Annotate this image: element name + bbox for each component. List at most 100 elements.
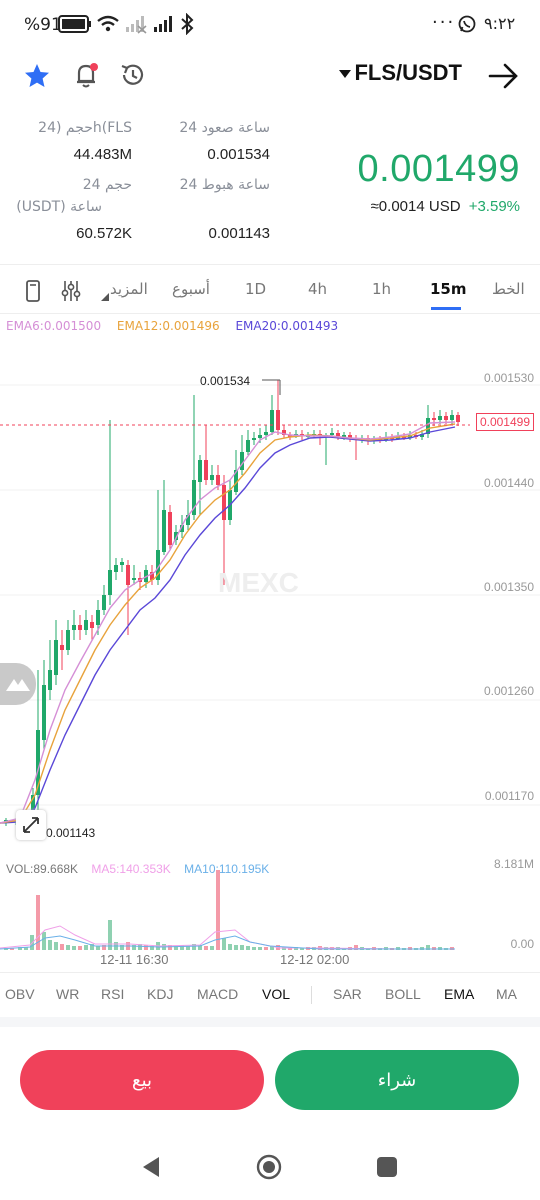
tab-more[interactable]: المزيد	[110, 280, 148, 298]
volume-bar	[144, 945, 148, 950]
indicator-settings-icon[interactable]	[60, 279, 82, 303]
candlestick-chart[interactable]: 0.001534 MEXC 0.001143	[0, 340, 540, 860]
more-notifications-icon: ···	[432, 12, 456, 33]
favorite-star-icon[interactable]	[23, 62, 51, 90]
indicator-rsi[interactable]: RSI	[101, 986, 124, 1002]
candle-body	[222, 485, 226, 520]
bluetooth-icon	[181, 13, 194, 35]
indicator-kdj[interactable]: KDJ	[147, 986, 173, 1002]
candle-body	[96, 610, 100, 625]
candle-body	[132, 578, 136, 580]
candle-body	[258, 435, 262, 438]
indicator-wr[interactable]: WR	[56, 986, 79, 1002]
volume-bar	[240, 945, 244, 950]
tab-1h[interactable]: 1h	[372, 280, 391, 298]
candle-body	[336, 433, 340, 436]
pair-dropdown-icon[interactable]	[338, 68, 352, 80]
mexc-logo-icon	[6, 679, 30, 691]
nav-home-icon[interactable]	[256, 1154, 282, 1180]
candle-body	[72, 625, 76, 630]
candle-body	[60, 645, 64, 650]
current-price-tag: 0.001499	[475, 413, 534, 431]
tab-line[interactable]: الخط	[492, 280, 525, 298]
candle-body	[126, 565, 130, 585]
indicator-ema[interactable]: EMA	[444, 986, 474, 1002]
tab-week[interactable]: أسبوع	[172, 280, 210, 298]
candle-body	[210, 475, 214, 480]
volume-bar	[78, 946, 82, 950]
volume-bar	[204, 946, 208, 950]
volume-bar	[216, 870, 220, 950]
candle-body	[102, 595, 106, 610]
indicator-obv[interactable]: OBV	[5, 986, 35, 1002]
tab-15m[interactable]: 15m	[430, 280, 467, 298]
min-price-label: 0.001143	[46, 826, 95, 840]
x-axis-label-0: 12-11 16:30	[100, 952, 169, 967]
history-icon[interactable]	[118, 61, 148, 91]
tab-1d[interactable]: 1D	[245, 280, 266, 298]
candle-body	[456, 415, 460, 422]
volume-chart[interactable]	[0, 870, 540, 954]
vol-fls-label: حجم (24h(FLS	[38, 120, 132, 136]
indicator-vol[interactable]: VOL	[262, 986, 290, 1002]
tab-4h[interactable]: 4h	[308, 280, 327, 298]
nav-back-icon[interactable]	[140, 1155, 162, 1179]
volume-bar	[42, 932, 46, 950]
indicator-boll[interactable]: BOLL	[385, 986, 421, 1002]
back-arrow-icon[interactable]	[487, 61, 519, 91]
max-price-label: 0.001534	[200, 374, 250, 388]
price-alert-bell-icon[interactable]	[72, 60, 102, 90]
volume-bar	[96, 946, 100, 950]
high-24h-value: 0.001534	[207, 146, 270, 163]
side-drawer-handle[interactable]	[0, 663, 36, 705]
indicator-separator	[311, 986, 312, 1004]
battery-icon	[58, 15, 91, 33]
price-change: +3.59%	[468, 198, 520, 215]
y-axis-label-3: 0.001260	[483, 684, 534, 698]
buy-button[interactable]: شراء	[275, 1050, 519, 1110]
y-axis-label-1: 0.001440	[483, 476, 534, 490]
candle-body	[90, 622, 94, 628]
signal-off-icon	[126, 16, 147, 34]
mexc-watermark: MEXC	[218, 567, 299, 598]
volume-bar	[84, 945, 88, 950]
candle-body	[198, 460, 202, 482]
indicator-ma[interactable]: MA	[496, 986, 517, 1002]
candle-body	[216, 475, 220, 485]
divider	[0, 972, 540, 973]
volume-max-label: 8.181M	[493, 857, 534, 871]
last-price: 0.001499	[357, 148, 520, 190]
expand-icon	[23, 817, 39, 833]
candle-body	[204, 460, 208, 480]
mobile-layout-icon[interactable]	[24, 279, 44, 303]
high-24h-label: 24 ساعة صعود	[179, 120, 270, 136]
ema-legend: EMA6:0.001500 EMA12:0.001496 EMA20:0.001…	[6, 319, 338, 333]
volume-bar	[246, 946, 250, 950]
timeframe-tabs: المزيد أسبوع 1D 4h 1h 15m الخط	[0, 264, 540, 314]
candle-body	[264, 432, 268, 435]
active-tab-indicator	[431, 307, 461, 310]
sell-button[interactable]: بيع	[20, 1050, 264, 1110]
indicator-sar[interactable]: SAR	[333, 986, 362, 1002]
y-axis-label-4: 0.001170	[484, 789, 534, 803]
volume-bar	[258, 947, 262, 950]
volume-bar	[234, 945, 238, 950]
volume-bar	[228, 944, 232, 950]
candle-body	[252, 438, 256, 440]
candle-body	[42, 685, 46, 740]
candle-body	[84, 620, 88, 630]
volume-bar	[54, 942, 58, 950]
candle-body	[270, 410, 274, 432]
status-bar: %91 ··· ٩:٢٢	[0, 0, 540, 50]
candles	[4, 380, 460, 826]
trading-pair-title[interactable]: FLS/USDT	[354, 60, 462, 86]
usd-price: ≈0.0014 USD	[370, 198, 461, 215]
volume-bar	[60, 944, 64, 950]
low-24h-label: 24 ساعة هبوط	[179, 177, 270, 193]
fullscreen-button[interactable]	[16, 810, 46, 840]
indicator-macd[interactable]: MACD	[197, 986, 238, 1002]
ema20-value: EMA20:0.001493	[235, 319, 339, 333]
vol-usdt-label-line1: حجم 24	[82, 177, 132, 193]
vol-usdt-value: 60.572K	[76, 225, 132, 242]
nav-recents-icon[interactable]	[376, 1156, 398, 1178]
